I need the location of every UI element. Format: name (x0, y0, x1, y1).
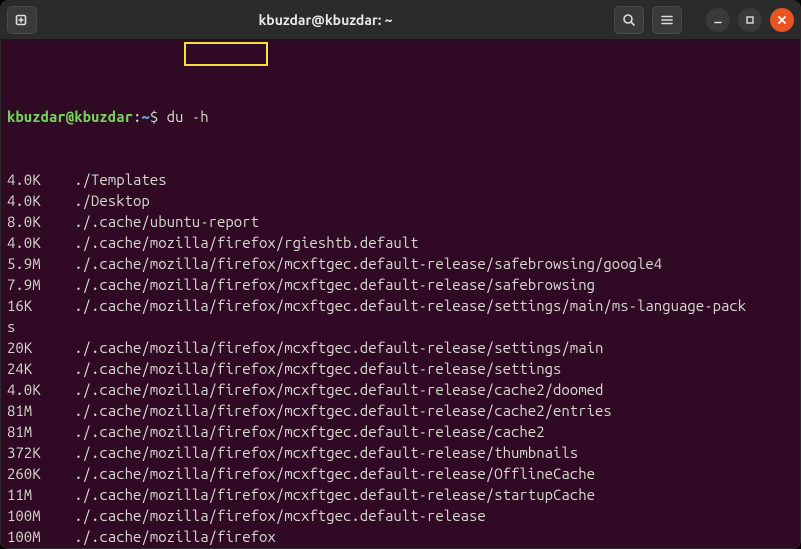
output-row: 372K ./.cache/mozilla/firefox/mcxftgec.d… (7, 442, 794, 463)
output-row: 16K ./.cache/mozilla/firefox/mcxftgec.de… (7, 295, 794, 316)
output-rows: 4.0K ./Templates4.0K ./Desktop8.0K ./.ca… (7, 169, 794, 548)
output-row: 4.0K ./Desktop (7, 190, 794, 211)
close-button[interactable] (770, 8, 794, 32)
output-row: 5.9M ./.cache/mozilla/firefox/mcxftgec.d… (7, 253, 794, 274)
prompt-dollar: $ (150, 108, 158, 125)
prompt-line: kbuzdar@kbuzdar:~$ du -h (7, 106, 794, 127)
output-row: 11M ./.cache/mozilla/firefox/mcxftgec.de… (7, 484, 794, 505)
output-row: 20K ./.cache/mozilla/firefox/mcxftgec.de… (7, 337, 794, 358)
prompt-path: ~ (141, 108, 149, 125)
output-row: 7.9M ./.cache/mozilla/firefox/mcxftgec.d… (7, 274, 794, 295)
output-row: 4.0K ./.cache/mozilla/firefox/mcxftgec.d… (7, 379, 794, 400)
output-row: 260K ./.cache/mozilla/firefox/mcxftgec.d… (7, 463, 794, 484)
output-row: 4.0K ./.cache/mozilla/firefox/rgieshtb.d… (7, 232, 794, 253)
prompt-user-host: kbuzdar@kbuzdar (7, 108, 133, 125)
minimize-button[interactable] (706, 8, 730, 32)
new-tab-button[interactable] (7, 6, 37, 34)
terminal-window: kbuzdar@kbuzdar: ~ (0, 0, 801, 549)
output-row: 81M ./.cache/mozilla/firefox/mcxftgec.de… (7, 421, 794, 442)
output-row: 24K ./.cache/mozilla/firefox/mcxftgec.de… (7, 358, 794, 379)
terminal-body[interactable]: kbuzdar@kbuzdar:~$ du -h 4.0K ./Template… (1, 39, 800, 548)
titlebar: kbuzdar@kbuzdar: ~ (1, 1, 800, 39)
output-row: 100M ./.cache/mozilla/firefox/mcxftgec.d… (7, 505, 794, 526)
menu-button[interactable] (652, 6, 682, 34)
command-highlight-box (184, 42, 268, 66)
output-row: 100M ./.cache/mozilla/firefox (7, 526, 794, 547)
output-row-wrap: s (7, 316, 794, 337)
output-row: 8.0K ./.cache/ubuntu-report (7, 211, 794, 232)
search-button[interactable] (614, 6, 644, 34)
output-row: 4.0K ./Templates (7, 169, 794, 190)
output-row: 81M ./.cache/mozilla/firefox/mcxftgec.de… (7, 400, 794, 421)
command-text: du -h (167, 108, 209, 125)
window-title: kbuzdar@kbuzdar: ~ (43, 12, 608, 28)
maximize-button[interactable] (738, 8, 762, 32)
output-row: 100M ./.cache/mozilla (7, 547, 794, 548)
